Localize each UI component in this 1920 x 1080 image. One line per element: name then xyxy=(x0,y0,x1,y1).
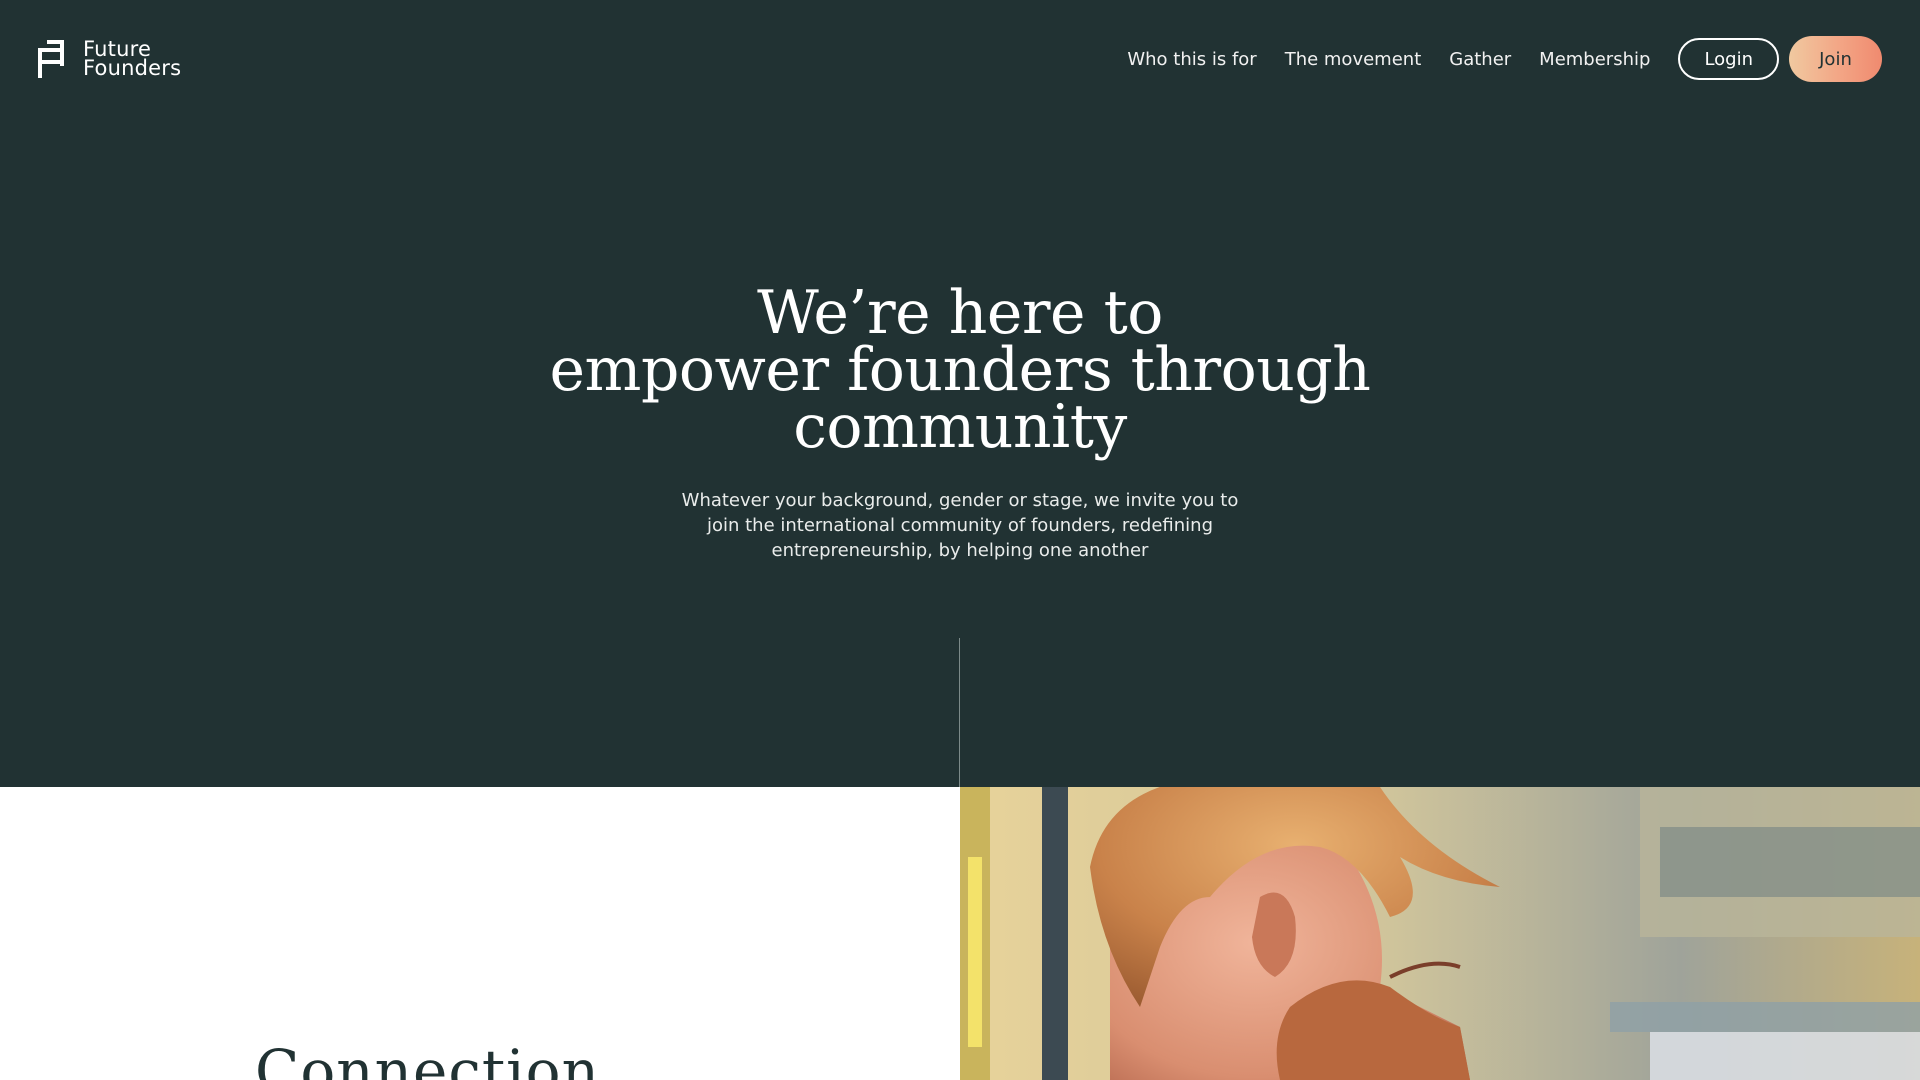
section-heading: Connection xyxy=(255,1037,600,1080)
nav-link-the-movement[interactable]: The movement xyxy=(1285,49,1422,70)
nav-link-who-this-is-for[interactable]: Who this is for xyxy=(1127,49,1256,70)
scroll-divider-line xyxy=(959,638,960,787)
nav-link-membership[interactable]: Membership xyxy=(1539,49,1650,70)
nav-link-gather[interactable]: Gather xyxy=(1449,49,1511,70)
hero-title-line1: We’re here to xyxy=(757,278,1163,348)
future-founders-logo-icon xyxy=(38,40,64,78)
join-button[interactable]: Join xyxy=(1789,36,1882,82)
brand-logo[interactable]: Future Founders xyxy=(37,39,182,80)
hero-title-line2: empower founders through xyxy=(549,335,1371,405)
hero-subtitle: Whatever your background, gender or stag… xyxy=(681,490,1239,561)
brand-name: Future Founders xyxy=(83,39,182,80)
login-button[interactable]: Login xyxy=(1678,38,1779,80)
brand-name-line2: Founders xyxy=(83,56,182,80)
hero-title-line3: community xyxy=(793,392,1127,462)
founder-photo xyxy=(960,787,1920,1080)
hero-title: We’re here to empower founders through c… xyxy=(0,278,1920,462)
founder-photo-illustration xyxy=(960,787,1920,1080)
connection-panel: Connection xyxy=(0,787,960,1080)
hero-section: Future Founders Who this is for The move… xyxy=(0,0,1920,787)
main-nav: Who this is for The movement Gather Memb… xyxy=(1127,36,1882,82)
